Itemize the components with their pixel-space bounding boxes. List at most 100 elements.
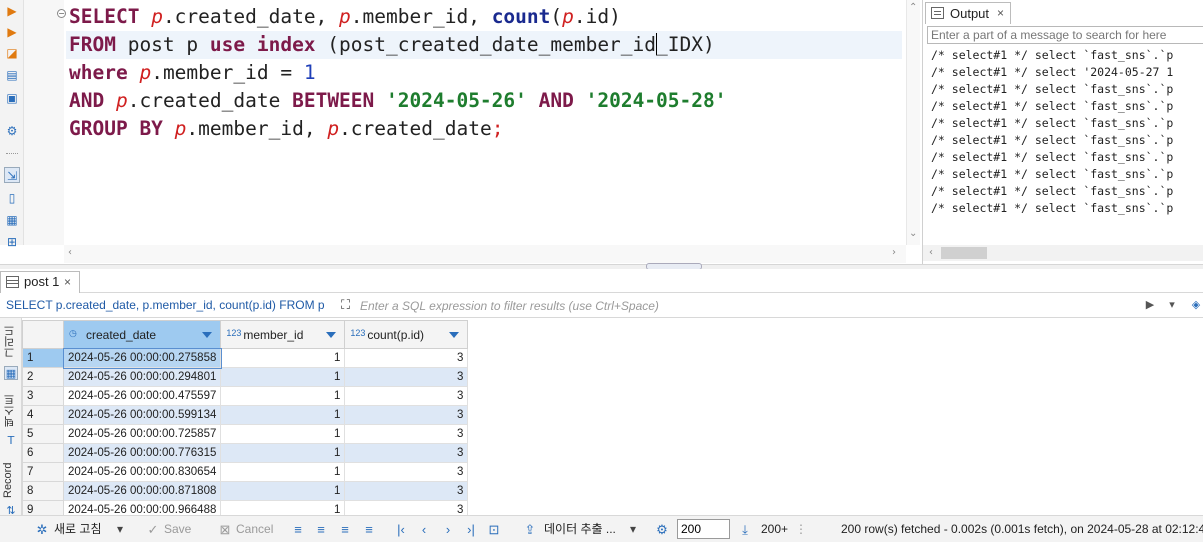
row-number[interactable]: 7 <box>22 462 64 482</box>
cell-created-date[interactable]: 2024-05-26 00:00:00.294801 <box>62 367 222 387</box>
code-line[interactable]: AND p.created_date BETWEEN '2024-05-26' … <box>69 87 902 115</box>
delete-row-icon[interactable]: ≡ <box>361 521 377 538</box>
tab-text[interactable]: 텍스트 <box>2 390 20 432</box>
cell-count[interactable]: 3 <box>344 405 469 425</box>
output-horizontal-scrollbar[interactable]: ‹ <box>923 245 1203 261</box>
column-header-member-id[interactable]: 123 member_id <box>220 320 346 349</box>
cell-created-date[interactable]: 2024-05-26 00:00:00.776315 <box>62 443 222 463</box>
log-line[interactable]: /* select#1 */ select `fast_sns`.`p <box>931 149 1203 166</box>
table-row[interactable]: 1 2024-05-26 00:00:00.275858 1 3 <box>22 347 469 369</box>
settings-gear-icon[interactable]: ⚙ <box>654 521 670 538</box>
cell-count[interactable]: 3 <box>344 424 469 444</box>
cell-created-date[interactable]: 2024-05-26 00:00:00.830654 <box>62 462 222 482</box>
log-line[interactable]: /* select#1 */ select `fast_sns`.`p <box>931 166 1203 183</box>
cell-member-id[interactable]: 1 <box>220 348 346 368</box>
editor-vertical-scrollbar[interactable]: ⌃ ⌄ <box>906 0 920 245</box>
sort-dropdown-icon[interactable] <box>202 332 213 338</box>
scroll-right-icon[interactable]: › <box>892 247 896 258</box>
row-number[interactable]: 8 <box>22 481 64 501</box>
script-file-icon[interactable]: ▦ <box>4 212 20 228</box>
filter-input[interactable] <box>360 296 1140 315</box>
tab-record[interactable]: Record <box>2 458 20 502</box>
log-line[interactable]: /* select#1 */ select `fast_sns`.`p <box>931 98 1203 115</box>
log-line[interactable]: /* select#1 */ select `fast_sns`.`p <box>931 200 1203 217</box>
column-header-count[interactable]: 123 count(p.id) <box>344 320 469 349</box>
cell-member-id[interactable]: 1 <box>220 405 346 425</box>
row-number[interactable]: 1 <box>22 348 64 368</box>
fetch-next-icon[interactable]: ⤓ <box>737 521 753 538</box>
explain-plan-icon[interactable]: ◪ <box>4 45 20 61</box>
tab-output[interactable]: Output × <box>925 2 1011 24</box>
table-row[interactable]: 8 2024-05-26 00:00:00.871808 1 3 <box>22 481 469 501</box>
tab-grid[interactable]: 그리드 <box>2 322 20 362</box>
editor-horizontal-scrollbar[interactable]: ‹ › <box>64 245 906 263</box>
previous-page-icon[interactable]: ‹ <box>416 521 432 538</box>
active-editor-icon[interactable]: ⇲ <box>4 167 20 183</box>
cell-created-date[interactable]: 2024-05-26 00:00:00.475597 <box>62 386 222 406</box>
refresh-icon[interactable]: ✲ <box>34 521 50 538</box>
table-row[interactable]: 4 2024-05-26 00:00:00.599134 1 3 <box>22 405 469 425</box>
cell-member-id[interactable]: 1 <box>220 424 346 444</box>
sort-dropdown-icon[interactable] <box>449 332 460 338</box>
query-text[interactable]: SELECT p.created_date, p.member_id, coun… <box>6 298 336 312</box>
cell-created-date[interactable]: 2024-05-26 00:00:00.871808 <box>62 481 222 501</box>
log-line[interactable]: /* select#1 */ select `fast_sns`.`p <box>931 183 1203 200</box>
apply-filter-icon[interactable]: ▶ <box>1142 297 1158 313</box>
output-search-input[interactable] <box>927 26 1203 44</box>
cancel-button[interactable]: Cancel <box>236 521 273 538</box>
erase-filter-icon[interactable]: ◈ <box>1188 297 1203 313</box>
new-script-icon[interactable]: ▯ <box>4 190 20 206</box>
export-data-button[interactable]: 데이터 추출 ... <box>544 521 616 538</box>
execute-script-icon[interactable]: ▶ <box>4 24 20 40</box>
text-icon[interactable]: T <box>4 434 18 448</box>
add-row-icon[interactable]: ≡ <box>313 521 329 538</box>
code-line[interactable]: where p.member_id = 1 <box>69 59 902 87</box>
cell-count[interactable]: 3 <box>344 443 469 463</box>
code-line[interactable]: FROM post p use index (post_created_date… <box>66 31 902 59</box>
sql-code[interactable]: SELECT p.created_date, p.member_id, coun… <box>66 3 902 143</box>
cell-member-id[interactable]: 1 <box>220 481 346 501</box>
cell-created-date[interactable]: 2024-05-26 00:00:00.275858 <box>62 347 222 369</box>
copy-row-icon[interactable]: ≡ <box>337 521 353 538</box>
scroll-thumb[interactable] <box>941 247 987 259</box>
log-line[interactable]: /* select#1 */ select `fast_sns`.`p <box>931 47 1203 64</box>
table-row[interactable]: 3 2024-05-26 00:00:00.475597 1 3 <box>22 386 469 406</box>
log-line[interactable]: /* select#1 */ select `fast_sns`.`p <box>931 81 1203 98</box>
log-line[interactable]: /* select#1 */ select `fast_sns`.`p <box>931 132 1203 149</box>
terminal-icon[interactable]: ▣ <box>4 90 20 106</box>
scroll-down-icon[interactable]: ⌄ <box>909 228 917 239</box>
grid-icon[interactable]: ▦ <box>4 366 18 380</box>
first-page-icon[interactable]: |‹ <box>393 521 409 538</box>
close-icon[interactable]: × <box>997 3 1004 24</box>
execute-statement-icon[interactable]: ▶ <box>4 3 20 19</box>
table-row[interactable]: 7 2024-05-26 00:00:00.830654 1 3 <box>22 462 469 482</box>
sort-dropdown-icon[interactable] <box>326 332 337 338</box>
refresh-dropdown-icon[interactable]: ▾ <box>117 521 123 538</box>
last-page-icon[interactable]: ›| <box>463 521 479 538</box>
cell-member-id[interactable]: 1 <box>220 367 346 387</box>
load-plan-icon[interactable]: ▤ <box>4 67 20 83</box>
scroll-left-icon[interactable]: ‹ <box>929 247 933 258</box>
fetch-size-input[interactable] <box>677 519 730 539</box>
cell-count[interactable]: 3 <box>344 481 469 501</box>
edit-row-icon[interactable]: ≡ <box>290 521 306 538</box>
refresh-button[interactable]: 새로 고침 <box>54 521 102 538</box>
code-line[interactable]: GROUP BY p.member_id, p.created_date; <box>69 115 902 143</box>
log-line[interactable]: /* select#1 */ select '2024-05-27 1 <box>931 64 1203 81</box>
row-number-header[interactable] <box>22 320 64 349</box>
export-icon[interactable]: ⇪ <box>522 521 538 538</box>
cell-count[interactable]: 3 <box>344 386 469 406</box>
scroll-left-icon[interactable]: ‹ <box>68 247 72 258</box>
export-dropdown-icon[interactable]: ▾ <box>630 521 636 538</box>
expand-filter-icon[interactable]: ⛶ <box>341 297 357 313</box>
scroll-up-icon[interactable]: ⌃ <box>909 2 917 13</box>
cell-created-date[interactable]: 2024-05-26 00:00:00.725857 <box>62 424 222 444</box>
row-number[interactable]: 3 <box>22 386 64 406</box>
tab-result-post[interactable]: post 1 × <box>0 271 80 293</box>
row-number[interactable]: 6 <box>22 443 64 463</box>
table-row[interactable]: 2 2024-05-26 00:00:00.294801 1 3 <box>22 367 469 387</box>
cell-count[interactable]: 3 <box>344 462 469 482</box>
outline-icon[interactable]: ⊞ <box>4 234 20 250</box>
settings-gear-icon[interactable]: ⚙ <box>4 123 20 139</box>
row-number[interactable]: 4 <box>22 405 64 425</box>
